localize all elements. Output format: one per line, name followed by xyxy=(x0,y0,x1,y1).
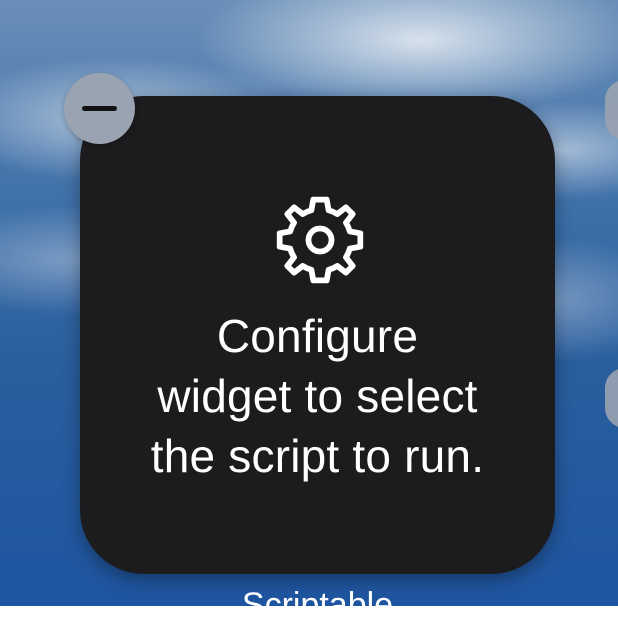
widget-app-label: Scriptable xyxy=(241,586,394,624)
minus-icon xyxy=(82,106,117,111)
message-line-2: widget to select xyxy=(157,370,478,422)
message-line-1: Configure xyxy=(216,310,419,362)
message-line-3: the script to run. xyxy=(150,430,485,482)
configure-message: Configure widget to select the script to… xyxy=(80,306,555,486)
gear-icon xyxy=(276,196,364,284)
remove-widget-button[interactable] xyxy=(64,73,135,144)
